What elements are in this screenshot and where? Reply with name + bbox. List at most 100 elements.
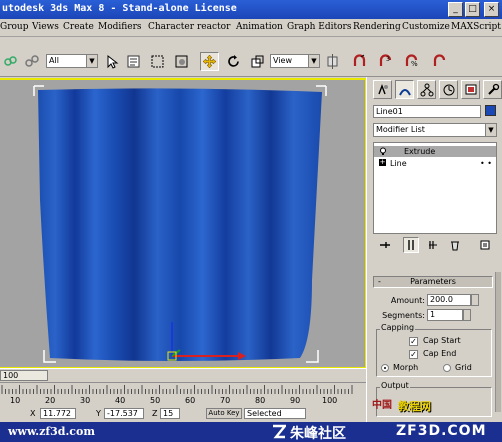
object-color-swatch[interactable]	[485, 105, 496, 116]
hierarchy-tab-icon[interactable]	[417, 80, 436, 99]
cap-start-label: Cap Start	[423, 336, 461, 345]
minimize-button[interactable]: _	[448, 2, 463, 17]
rotate-icon[interactable]	[224, 52, 243, 71]
svg-text:3: 3	[386, 56, 390, 63]
grid-radio[interactable]	[443, 364, 451, 372]
select-by-name-icon[interactable]	[124, 52, 143, 71]
menu-rendering[interactable]: Rendering	[353, 22, 401, 32]
menu-animation[interactable]: Animation	[236, 22, 283, 32]
link-icon[interactable]	[1, 52, 20, 71]
morph-label: Morph	[393, 363, 419, 372]
show-end-result-icon[interactable]	[403, 237, 419, 253]
expand-icon[interactable]: +	[379, 159, 386, 166]
menu-reactor[interactable]: reactor	[197, 22, 230, 32]
lightbulb-icon[interactable]	[379, 147, 387, 155]
tick-label-70: 70	[220, 396, 231, 405]
curtain-mesh	[38, 88, 322, 362]
menu-character[interactable]: Character	[148, 22, 194, 32]
amount-spinner[interactable]: 200.0	[427, 294, 479, 306]
percent-snap-icon[interactable]: %	[402, 52, 421, 71]
watermark-url: www.zf3d.com	[8, 425, 95, 438]
utilities-tab-icon[interactable]	[483, 80, 502, 99]
amount-label: Amount:	[390, 296, 425, 305]
tick-label-90: 90	[290, 396, 301, 405]
menu-create[interactable]: Create	[63, 22, 94, 32]
tick-label-20: 20	[45, 396, 56, 405]
main-toolbar: All ▼ View ▼ 3 %	[0, 37, 502, 77]
stack-buttons	[373, 237, 497, 255]
stack-item-line[interactable]: + Line • •	[374, 158, 496, 169]
pivot-icon[interactable]	[323, 52, 342, 71]
morph-radio[interactable]	[381, 364, 389, 372]
object-name-field[interactable]: Line01	[373, 105, 481, 118]
selection-filter-value: All	[49, 56, 59, 65]
tick-label-60: 60	[185, 396, 196, 405]
modifier-list-dropdown[interactable]: Modifier List ▼	[373, 123, 497, 137]
time-slider-bar: 100	[0, 368, 366, 382]
grid-label: Grid	[455, 363, 472, 372]
configure-sets-icon[interactable]	[477, 237, 493, 253]
tick-label-30: 30	[80, 396, 91, 405]
cap-end-checkbox[interactable]: ✓	[409, 350, 418, 359]
time-slider[interactable]: 100	[0, 370, 48, 381]
maximize-button[interactable]: □	[465, 2, 480, 17]
spinner-snap-icon[interactable]	[430, 52, 449, 71]
make-unique-icon[interactable]	[425, 237, 441, 253]
remove-modifier-icon[interactable]	[447, 237, 463, 253]
tick-label-10: 10	[10, 396, 21, 405]
parameters-rollout-header[interactable]: - Parameters	[373, 276, 493, 288]
svg-text:%: %	[411, 60, 418, 68]
command-panel: Line01 Modifier List ▼ Extrude + Line • …	[366, 77, 502, 422]
z-coordinate-field[interactable]: 15	[160, 408, 180, 419]
menu-maxscript[interactable]: MAXScript	[451, 22, 501, 32]
menu-bar: Group Views Create Modifiers Character r…	[0, 19, 502, 37]
reference-coord-dropdown[interactable]: View ▼	[270, 54, 320, 68]
spinner-arrows-icon[interactable]	[471, 294, 479, 306]
output-group	[376, 387, 492, 417]
window-crossing-icon[interactable]	[172, 52, 191, 71]
select-arrow-icon[interactable]	[102, 52, 121, 71]
perspective-viewport[interactable]	[0, 78, 366, 368]
unlink-icon[interactable]	[22, 52, 41, 71]
rectangle-region-icon[interactable]	[148, 52, 167, 71]
selection-filter-dropdown[interactable]: All ▼	[46, 54, 98, 68]
move-icon[interactable]	[200, 52, 219, 71]
angle-snap-icon[interactable]: 3	[376, 52, 395, 71]
amount-value: 200.0	[430, 295, 453, 304]
window-title: utodesk 3ds Max 8 - Stand-alone License	[2, 3, 237, 14]
reference-coord-value: View	[273, 56, 292, 65]
segments-spinner[interactable]: 1	[427, 309, 471, 321]
modify-tab-icon[interactable]	[395, 80, 414, 99]
segments-label: Segments:	[382, 311, 425, 320]
pin-stack-icon[interactable]	[377, 237, 393, 253]
chevron-down-icon: ▼	[308, 55, 319, 67]
close-button[interactable]: ×	[484, 2, 499, 17]
rollout-scrollbar[interactable]	[495, 272, 501, 412]
scale-icon[interactable]	[248, 52, 267, 71]
auto-key-button[interactable]: Auto Key	[206, 408, 242, 419]
key-filter-dropdown[interactable]: Selected	[244, 408, 306, 419]
capping-title: Capping	[380, 323, 416, 332]
stack-item-extrude[interactable]: Extrude	[374, 146, 496, 157]
menu-graph-editors[interactable]: Graph Editors	[287, 22, 351, 32]
x-coordinate-field[interactable]: 11.772	[40, 408, 76, 419]
y-coordinate-field[interactable]: -17.537	[104, 408, 144, 419]
display-tab-icon[interactable]	[461, 80, 480, 99]
spinner-arrows-icon[interactable]	[463, 309, 471, 321]
motion-tab-icon[interactable]	[439, 80, 458, 99]
snap-icon[interactable]	[350, 52, 369, 71]
menu-customize[interactable]: Customize	[402, 22, 450, 32]
segments-value: 1	[430, 310, 436, 319]
cap-start-checkbox[interactable]: ✓	[409, 337, 418, 346]
menu-group[interactable]: Group	[0, 22, 28, 32]
track-bar[interactable]: 10 20 30 40 50 60 70 80 90 100	[0, 382, 366, 406]
menu-modifiers[interactable]: Modifiers	[98, 22, 142, 32]
create-tab-icon[interactable]	[373, 80, 392, 99]
status-bar: X 11.772 Y -17.537 Z 15 Auto Key Selecte…	[0, 406, 366, 422]
command-panel-tabs	[373, 80, 502, 100]
modifier-stack: Extrude + Line • •	[373, 142, 497, 234]
stack-item-label: Line	[390, 159, 407, 168]
watermark-overlay: 教程网	[398, 400, 431, 413]
menu-views[interactable]: Views	[32, 22, 59, 32]
watermark-banner: www.zf3d.com 朱峰社区 ZF3D.COM	[0, 422, 502, 442]
